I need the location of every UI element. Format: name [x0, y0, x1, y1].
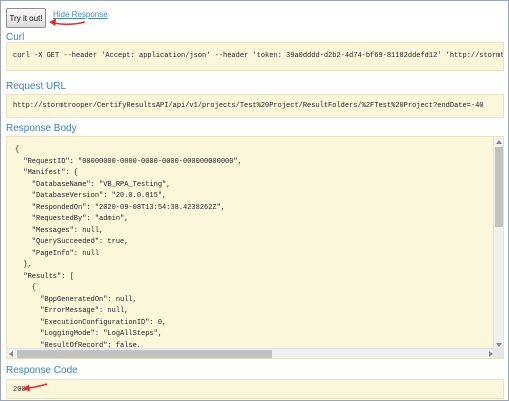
vertical-scrollbar[interactable] [493, 137, 503, 350]
json-line: "RequestedBy": "admin", [15, 215, 129, 223]
response-code-title: Response Code [6, 365, 78, 376]
response-panel: Try it out! Hide Response Curl curl -X G… [0, 0, 509, 401]
scroll-left-icon[interactable] [9, 351, 13, 357]
json-line: "Results": [ [15, 272, 74, 281]
json-line: "RespondedOn": "2020-09-08T13:54:38.4238… [15, 203, 226, 212]
json-line: "DatabaseName": "VB_RPA_Testing", [15, 180, 171, 189]
vertical-scroll-thumb[interactable] [495, 147, 503, 227]
scroll-up-icon[interactable] [496, 140, 502, 144]
json-line: "DatabaseVersion": "20.0.0.815", [15, 192, 167, 200]
curl-command-box[interactable]: curl -X GET --header 'Accept: applicatio… [6, 42, 504, 71]
horizontal-scrollbar[interactable] [7, 348, 495, 358]
json-line: "QuerySucceeded": true, [15, 238, 129, 246]
response-body-title: Response Body [6, 123, 77, 134]
scroll-down-icon[interactable] [496, 343, 502, 347]
request-url-box[interactable]: http://stormtrooper/CertifyResultsAPI/ap… [6, 94, 504, 118]
try-it-out-button[interactable]: Try it out! [6, 8, 46, 28]
response-code-box: 200 [6, 379, 504, 399]
json-line: "ExecutionConfigurationID": 0, [15, 318, 167, 327]
red-arrow-icon [22, 383, 48, 392]
json-line: { [15, 284, 37, 292]
json-line: "ErrorMessage": null, [15, 307, 129, 315]
json-line: "Messages": null, [15, 226, 104, 235]
json-line: "ResultOfRecord": false, [15, 341, 142, 348]
json-line: "Manifest": { [15, 169, 79, 177]
red-arrow-icon [49, 18, 86, 26]
horizontal-scroll-thumb[interactable] [17, 350, 272, 358]
scroll-corner [493, 348, 503, 358]
json-line: "RequestID": "00000000-0000-0000-0000-00… [15, 157, 242, 166]
response-body-json: { "RequestID": "00000000-0000-0000-0000-… [15, 145, 495, 347]
json-line: "PageInfo": null [15, 249, 100, 258]
json-line: "LoggingMode": "LogAllSteps", [15, 330, 163, 338]
request-url-title: Request URL [6, 81, 67, 92]
json-line: "BppGeneratedOn": null, [15, 295, 137, 304]
response-body-box[interactable]: { "RequestID": "00000000-0000-0000-0000-… [6, 136, 504, 359]
json-line: { [15, 146, 20, 154]
json-line: }, [15, 261, 32, 269]
